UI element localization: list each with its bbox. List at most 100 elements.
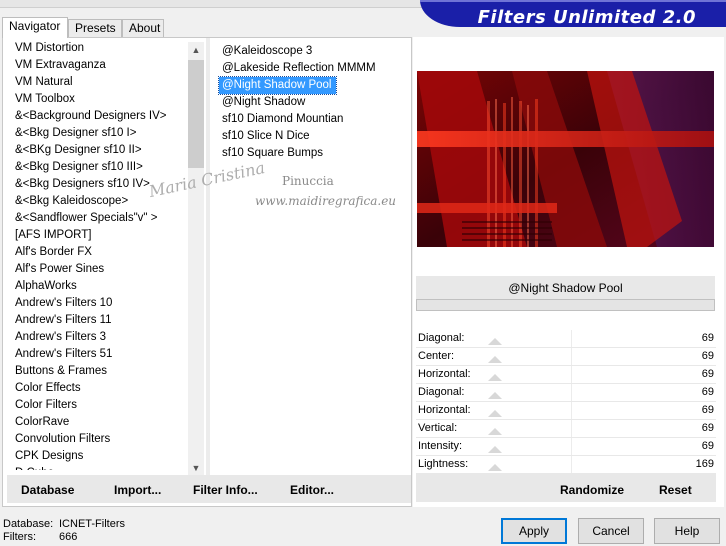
category-item[interactable]: Andrew's Filters 11 — [7, 312, 187, 329]
parameter-label: Vertical: — [418, 422, 458, 434]
brand-banner: Filters Unlimited 2.0 — [420, 0, 726, 28]
slider-thumb-icon[interactable] — [488, 410, 502, 417]
slider-thumb-icon[interactable] — [488, 356, 502, 363]
parameter-label: Diagonal: — [418, 332, 465, 344]
tab-navigator[interactable]: Navigator — [2, 17, 68, 38]
category-item[interactable]: Andrew's Filters 3 — [7, 329, 187, 346]
slider-track[interactable] — [571, 348, 572, 365]
category-item[interactable]: &<BKg Designer sf10 II> — [7, 142, 187, 159]
selected-filter-name: @Night Shadow Pool — [416, 276, 715, 300]
parameter-row[interactable]: Vertical: 69 — [416, 420, 716, 438]
list-divider — [206, 38, 210, 478]
category-item[interactable]: CPK Designs — [7, 448, 187, 465]
category-item[interactable]: D Cube — [7, 465, 187, 470]
category-item[interactable]: VM Natural — [7, 74, 187, 91]
parameter-row[interactable]: Horizontal: 69 — [416, 402, 716, 420]
import-button[interactable]: Import... — [114, 483, 161, 497]
filter-item[interactable]: sf10 Slice N Dice — [219, 128, 314, 145]
scroll-up-icon[interactable]: ▲ — [188, 42, 204, 58]
progress-bar — [416, 299, 715, 311]
parameter-value: 69 — [701, 386, 714, 398]
editor-button[interactable]: Editor... — [290, 483, 334, 497]
slider-thumb-icon[interactable] — [488, 428, 502, 435]
category-item[interactable]: Andrew's Filters 51 — [7, 346, 187, 363]
category-item[interactable]: &<Bkg Designer sf10 I> — [7, 125, 187, 142]
parameter-value: 69 — [701, 332, 714, 344]
category-item[interactable]: VM Distortion — [7, 40, 187, 57]
tab-presets[interactable]: Presets — [68, 19, 122, 37]
category-item[interactable]: VM Extravaganza — [7, 57, 187, 74]
watermark-url: www.maidiregrafica.eu — [255, 194, 397, 208]
slider-track[interactable] — [571, 420, 572, 437]
slider-track[interactable] — [571, 456, 572, 473]
slider-track[interactable] — [571, 384, 572, 401]
slider-thumb-icon[interactable] — [488, 464, 502, 471]
category-item[interactable]: Color Effects — [7, 380, 187, 397]
status-area: Database: ICNET-Filters Filters: 666 — [3, 518, 125, 544]
brand-title: Filters Unlimited 2.0 — [477, 7, 696, 28]
filter-item[interactable]: @Night Shadow — [219, 94, 309, 111]
parameter-row[interactable]: Diagonal: 69 — [416, 330, 716, 348]
category-item[interactable]: VM Toolbox — [7, 91, 187, 108]
parameter-row[interactable]: Lightness: 169 — [416, 456, 716, 474]
filter-preview-image — [417, 71, 714, 247]
filter-item[interactable]: @Kaleidoscope 3 — [219, 43, 316, 60]
slider-track[interactable] — [571, 366, 572, 383]
parameter-list: Diagonal: 69 Center: 69 Horizontal: 69 Diagona… — [416, 330, 716, 474]
parameter-value: 69 — [701, 368, 714, 380]
randomize-button[interactable]: Randomize — [560, 483, 624, 497]
filters-count: 666 — [59, 531, 78, 543]
category-item[interactable]: ColorRave — [7, 414, 187, 431]
filter-info-button[interactable]: Filter Info... — [193, 483, 258, 497]
category-item[interactable]: Buttons & Frames — [7, 363, 187, 380]
filter-item[interactable]: @Lakeside Reflection MMMM — [219, 60, 380, 77]
category-item[interactable]: Convolution Filters — [7, 431, 187, 448]
database-label: Database: — [3, 518, 54, 530]
category-item[interactable]: Alf's Border FX — [7, 244, 187, 261]
database-button[interactable]: Database — [21, 483, 74, 497]
database-value: ICNET-Filters — [59, 518, 125, 530]
filter-item[interactable]: sf10 Square Bumps — [219, 145, 327, 162]
category-item[interactable]: &<Sandflower Specials"v" > — [7, 210, 187, 227]
category-scrollbar[interactable]: ▲ ▼ — [188, 42, 204, 476]
parameter-value: 69 — [701, 404, 714, 416]
filters-label: Filters: — [3, 531, 36, 543]
filter-item[interactable]: sf10 Diamond Mountian — [219, 111, 347, 128]
preview-panel: @Night Shadow Pool Diagonal: 69 Center: 69 H… — [413, 37, 724, 507]
parameter-label: Horizontal: — [418, 368, 471, 380]
category-item[interactable]: Alf's Power Sines — [7, 261, 187, 278]
category-item[interactable]: Andrew's Filters 10 — [7, 295, 187, 312]
slider-track[interactable] — [571, 330, 572, 347]
slider-track[interactable] — [571, 402, 572, 419]
parameter-row[interactable]: Intensity: 69 — [416, 438, 716, 456]
scroll-down-icon[interactable]: ▼ — [188, 460, 204, 476]
parameter-label: Lightness: — [418, 458, 469, 470]
category-item[interactable]: [AFS IMPORT] — [7, 227, 187, 244]
filter-item[interactable]: @Night Shadow Pool — [218, 76, 337, 95]
navigator-button-bar: Database Import... Filter Info... Editor… — [7, 475, 411, 503]
slider-thumb-icon[interactable] — [488, 374, 502, 381]
reset-button[interactable]: Reset — [659, 483, 692, 497]
category-list[interactable]: VM Distortion VM Extravaganza VM Natural VM… — [7, 40, 187, 470]
slider-track[interactable] — [571, 438, 572, 455]
cancel-button[interactable]: Cancel — [578, 518, 644, 544]
navigator-panel: VM Distortion VM Extravaganza VM Natural VM… — [2, 37, 412, 507]
slider-thumb-icon[interactable] — [488, 338, 502, 345]
category-item[interactable]: Color Filters — [7, 397, 187, 414]
slider-thumb-icon[interactable] — [488, 392, 502, 399]
watermark-name: Pinuccia — [282, 174, 334, 188]
filter-list[interactable]: @Kaleidoscope 3 @Lakeside Reflection MMMM… — [218, 43, 409, 162]
apply-button[interactable]: Apply — [501, 518, 567, 544]
parameter-label: Intensity: — [418, 440, 463, 452]
tab-about[interactable]: About — [122, 19, 164, 37]
scroll-thumb[interactable] — [188, 60, 204, 168]
slider-thumb-icon[interactable] — [488, 446, 502, 453]
help-button[interactable]: Help — [654, 518, 720, 544]
category-item[interactable]: &<Background Designers IV> — [7, 108, 187, 125]
parameter-row[interactable]: Horizontal: 69 — [416, 366, 716, 384]
parameter-row[interactable]: Center: 69 — [416, 348, 716, 366]
parameter-label: Diagonal: — [418, 386, 465, 398]
category-item[interactable]: &<Bkg Designer sf10 III> — [7, 159, 187, 176]
category-item[interactable]: AlphaWorks — [7, 278, 187, 295]
parameter-row[interactable]: Diagonal: 69 — [416, 384, 716, 402]
